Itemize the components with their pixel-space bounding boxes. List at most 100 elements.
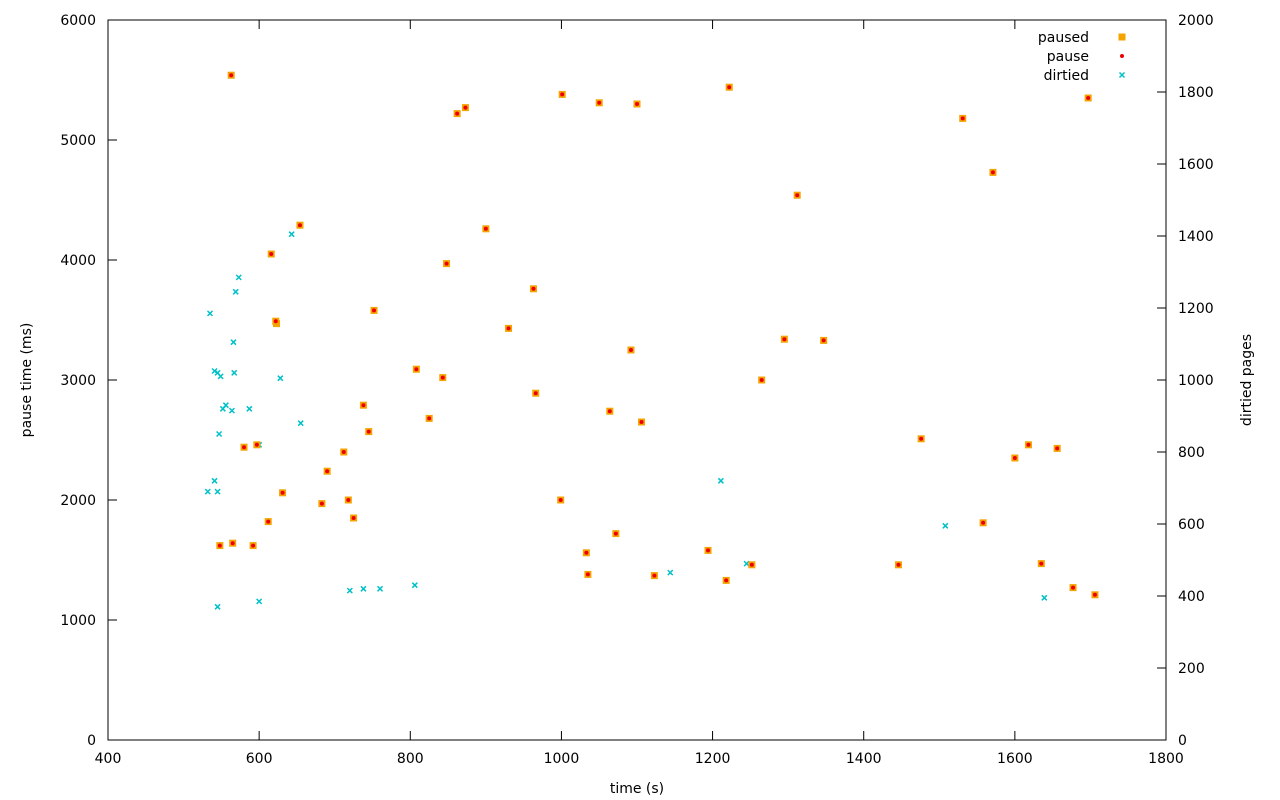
dirtied-point	[377, 585, 384, 592]
dirtied-point	[411, 582, 418, 589]
y2-tick-label: 2000	[1178, 13, 1214, 29]
pause-point	[749, 562, 754, 567]
y-tick-label: 6000	[60, 13, 96, 29]
pause-point	[560, 92, 565, 97]
pause-point	[266, 519, 271, 524]
pause-point	[254, 442, 259, 447]
pause-point	[1092, 592, 1097, 597]
dirtied-point	[1041, 594, 1048, 601]
y-tick-label: 0	[87, 733, 96, 749]
dirtied-point	[235, 274, 242, 281]
dirtied-point	[288, 231, 295, 238]
dirtied-point	[206, 310, 214, 317]
pause-point	[628, 348, 633, 352]
y2-tick-label: 1800	[1178, 85, 1214, 101]
pause-point	[230, 541, 235, 546]
legend-marker-paused	[1118, 33, 1126, 41]
dirtied-point	[277, 375, 284, 382]
x-tick-label: 800	[397, 751, 424, 767]
pause-point	[372, 308, 377, 313]
dirtied-point	[216, 430, 223, 438]
dirtied-point	[214, 488, 221, 495]
pause-point	[346, 498, 351, 502]
pause-point	[325, 469, 330, 474]
y2-tick-label: 600	[1178, 517, 1205, 533]
dirtied-point	[230, 339, 237, 346]
pause-point	[531, 286, 536, 291]
legend: paused pause dirtied	[1038, 30, 1126, 84]
x-tick-label: 600	[246, 751, 273, 767]
pause-point	[273, 319, 278, 324]
pause-point	[639, 420, 644, 424]
pause-point	[269, 252, 274, 256]
x-tick-label: 1800	[1148, 751, 1184, 767]
dirtied-point	[232, 288, 239, 295]
legend-marker-dirtied	[1118, 71, 1126, 79]
dirtied-point	[743, 560, 750, 567]
x-tick-label: 1200	[695, 751, 731, 767]
dirtied-point	[231, 369, 238, 376]
x-tick-label: 1400	[846, 751, 882, 767]
pause-point	[455, 111, 460, 116]
pause-point	[706, 548, 711, 553]
y-tick-label: 1000	[60, 613, 96, 629]
y-axis-title: pause time (ms)	[19, 323, 35, 438]
dirtied-point	[717, 477, 724, 484]
pause-point	[990, 170, 995, 175]
pause-point	[427, 416, 432, 421]
x-tick-label: 1000	[544, 751, 580, 767]
pause-point	[960, 116, 965, 121]
pause-point	[759, 378, 764, 382]
dirtied-point	[204, 488, 211, 495]
pause-point	[727, 85, 732, 90]
pause-point	[795, 193, 800, 198]
pause-point	[821, 338, 826, 343]
pause-point	[782, 337, 787, 342]
pause-point	[724, 578, 729, 583]
pause-point	[251, 543, 256, 548]
pause-point	[896, 562, 901, 567]
pause-point	[280, 490, 285, 495]
pause-point	[463, 105, 468, 110]
dirtied-point	[297, 420, 304, 427]
pause-point	[1026, 442, 1031, 447]
pause-point	[1071, 585, 1076, 590]
plot-marks	[204, 71, 1099, 610]
dirtied-point	[256, 598, 263, 605]
x-tick-label: 400	[95, 751, 122, 767]
pause-point	[1039, 561, 1044, 566]
pause-point	[341, 450, 346, 454]
pause-point	[366, 429, 371, 434]
pause-point	[597, 100, 602, 105]
pause-point	[440, 375, 445, 380]
dirtied-point	[667, 569, 674, 576]
dirtied-point	[211, 477, 218, 484]
pause-point	[613, 531, 618, 536]
dirtied-point	[214, 603, 221, 610]
pause-point	[919, 436, 924, 441]
plot-frame	[107, 19, 1167, 741]
pause-point	[483, 226, 488, 231]
y-tick-label: 5000	[60, 133, 96, 149]
pause-point	[558, 498, 563, 502]
pause-point	[506, 326, 511, 331]
x-tick-label: 1600	[997, 751, 1033, 767]
y2-axis-title: dirtied pages	[1239, 334, 1255, 426]
y2-tick-label: 1000	[1178, 373, 1214, 389]
pause-point	[1012, 456, 1017, 460]
pause-point	[444, 261, 449, 266]
y-tick-label: 2000	[60, 493, 96, 509]
pause-point	[1086, 96, 1091, 100]
y-tick-label: 4000	[60, 253, 96, 269]
dirtied-point	[217, 373, 224, 380]
pause-point	[652, 573, 657, 578]
pause-point	[351, 516, 356, 520]
pause-point	[635, 102, 639, 106]
dirtied-point	[346, 587, 353, 594]
y2-tick-label: 800	[1178, 445, 1205, 461]
y2-tick-label: 1600	[1178, 157, 1214, 173]
y2-tick-label: 200	[1178, 661, 1205, 677]
pause-point	[217, 543, 222, 548]
axes: 400 600 800 1000 1200 1400 1600 180001000200030…	[60, 13, 1213, 767]
pause-point	[297, 223, 302, 228]
